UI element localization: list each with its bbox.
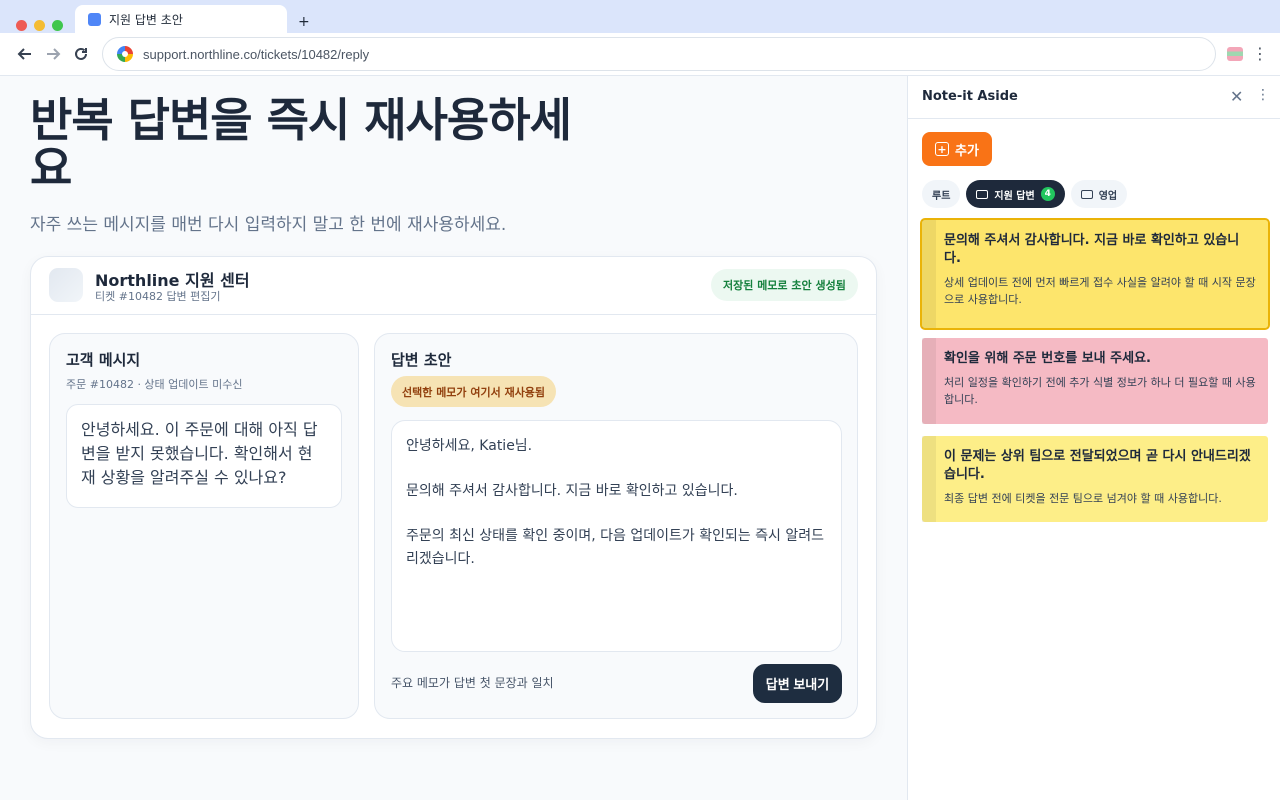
note-title: 확인을 위해 주문 번호를 보내 주세요. xyxy=(944,351,1151,366)
draft-line-3: 주문의 최신 상태를 확인 중이며, 다음 업데이트가 확인되는 즉시 알려드리… xyxy=(406,528,825,567)
site-info-icon[interactable] xyxy=(117,46,133,62)
card-header: Northline 지원 센터 티켓 #10482 답변 편집기 저장된 메모로… xyxy=(31,257,876,315)
add-note-label: 추가 xyxy=(955,143,979,159)
more-options-icon[interactable]: ⋮ xyxy=(1256,87,1270,103)
hero-title: 반복 답변을 즉시 재사용하세요 xyxy=(30,93,572,195)
reply-draft-editor[interactable]: 안녕하세요, Katie님. 문의해 주셔서 감사합니다. 지금 바로 확인하고… xyxy=(391,420,842,652)
note-body: 상세 업데이트 전에 먼저 빠르게 접수 사실을 알려야 할 때 시작 문장으로… xyxy=(944,276,1256,306)
side-panel-header: Note-it Aside ✕ ⋮ xyxy=(908,76,1280,119)
note-body: 최종 답변 전에 티켓을 전문 팀으로 넘겨야 할 때 사용합니다. xyxy=(944,492,1222,505)
chip-root-label: 루트 xyxy=(932,190,951,202)
send-reply-button[interactable]: 답변 보내기 xyxy=(753,664,842,703)
browser-tab-bar: 지원 답변 초안 + xyxy=(0,0,1280,33)
note-body: 처리 일정을 확인하기 전에 추가 식별 정보가 하나 더 필요할 때 사용합니… xyxy=(944,376,1256,406)
draft-match-note: 주요 메모가 답변 첫 문장과 일치 xyxy=(391,676,554,690)
tab-favicon-icon xyxy=(88,12,101,26)
chip-support-replies[interactable]: 지원 답변 4 xyxy=(966,180,1065,208)
folder-icon xyxy=(976,189,989,199)
chip-sales[interactable]: 영업 xyxy=(1070,180,1128,208)
note-card[interactable]: 확인을 위해 주문 번호를 보내 주세요. 처리 일정을 확인하기 전에 추가 … xyxy=(922,338,1268,424)
browser-toolbar: support.northline.co/tickets/10482/reply… xyxy=(0,33,1280,76)
note-card[interactable]: 문의해 주셔서 감사합니다. 지금 바로 확인하고 있습니다. 상세 업데이트 … xyxy=(920,218,1270,330)
browser-menu-icon[interactable]: ⋮ xyxy=(1252,44,1268,63)
customer-panel-subtitle: 주문 #10482 · 상태 업데이트 미수신 xyxy=(66,378,243,391)
reply-draft-panel: 답변 초안 선택한 메모가 여기서 재사용됨 안녕하세요, Katie님. 문의… xyxy=(374,333,858,719)
url-text: support.northline.co/tickets/10482/reply xyxy=(143,46,370,62)
note-title: 문의해 주셔서 감사합니다. 지금 바로 확인하고 있습니다. xyxy=(944,233,1240,266)
new-tab-button[interactable]: + xyxy=(298,14,310,30)
note-side-panel: Note-it Aside ✕ ⋮ + 추가 루트 지원 답변 4 영업 문의해… xyxy=(907,76,1280,800)
tab-title: 지원 답변 초안 xyxy=(109,12,183,27)
draft-greeting: 안녕하세요, Katie님. xyxy=(406,438,533,454)
minimize-window-button[interactable] xyxy=(34,20,45,31)
address-bar[interactable]: support.northline.co/tickets/10482/reply xyxy=(102,37,1216,71)
add-note-button[interactable]: + 추가 xyxy=(922,132,992,166)
side-panel-title: Note-it Aside xyxy=(922,89,1018,104)
extension-icon[interactable] xyxy=(1227,47,1243,61)
maximize-window-button[interactable] xyxy=(52,20,63,31)
chip-root[interactable]: 루트 xyxy=(922,180,961,208)
back-arrow-icon[interactable] xyxy=(14,43,36,65)
chip-count-badge: 4 xyxy=(1040,187,1055,201)
ticket-label: 티켓 #10482 답변 편집기 xyxy=(95,290,221,303)
plus-icon: + xyxy=(935,142,950,156)
forward-arrow-icon[interactable] xyxy=(42,43,64,65)
chip-support-label: 지원 답변 xyxy=(994,190,1035,202)
customer-message-panel: 고객 메시지 주문 #10482 · 상태 업데이트 미수신 안녕하세요. 이 … xyxy=(49,333,359,719)
folder-icon xyxy=(1080,189,1093,199)
customer-message: 안녕하세요. 이 주문에 대해 아직 답변을 받지 못했습니다. 확인해서 현재… xyxy=(66,404,342,508)
reload-icon[interactable] xyxy=(70,43,92,65)
draft-line-2: 문의해 주셔서 감사합니다. 지금 바로 확인하고 있습니다. xyxy=(406,483,738,499)
close-icon[interactable]: ✕ xyxy=(1230,87,1243,106)
reply-editor-card: Northline 지원 센터 티켓 #10482 답변 편집기 저장된 메모로… xyxy=(30,256,877,739)
close-window-button[interactable] xyxy=(16,20,27,31)
note-title: 이 문제는 상위 팀으로 전달되었으며 곧 다시 안내드리겠습니다. xyxy=(944,449,1251,482)
note-card[interactable]: 이 문제는 상위 팀으로 전달되었으며 곧 다시 안내드리겠습니다. 최종 답변… xyxy=(922,436,1268,522)
org-logo xyxy=(49,268,83,302)
page-content: 반복 답변을 즉시 재사용하세요 자주 쓰는 메시지를 매번 다시 입력하지 말… xyxy=(0,76,907,800)
reuse-badge: 선택한 메모가 여기서 재사용됨 xyxy=(391,376,557,407)
browser-tab[interactable]: 지원 답변 초안 xyxy=(75,5,287,33)
status-badge: 저장된 메모로 초안 생성됨 xyxy=(711,269,858,301)
hero-subtitle: 자주 쓰는 메시지를 매번 다시 입력하지 말고 한 번에 재사용하세요. xyxy=(30,215,507,235)
folder-chips: 루트 지원 답변 4 영업 xyxy=(922,180,1128,208)
draft-panel-title: 답변 초안 xyxy=(391,351,452,369)
customer-panel-title: 고객 메시지 xyxy=(66,351,141,369)
chip-sales-label: 영업 xyxy=(1098,190,1118,202)
